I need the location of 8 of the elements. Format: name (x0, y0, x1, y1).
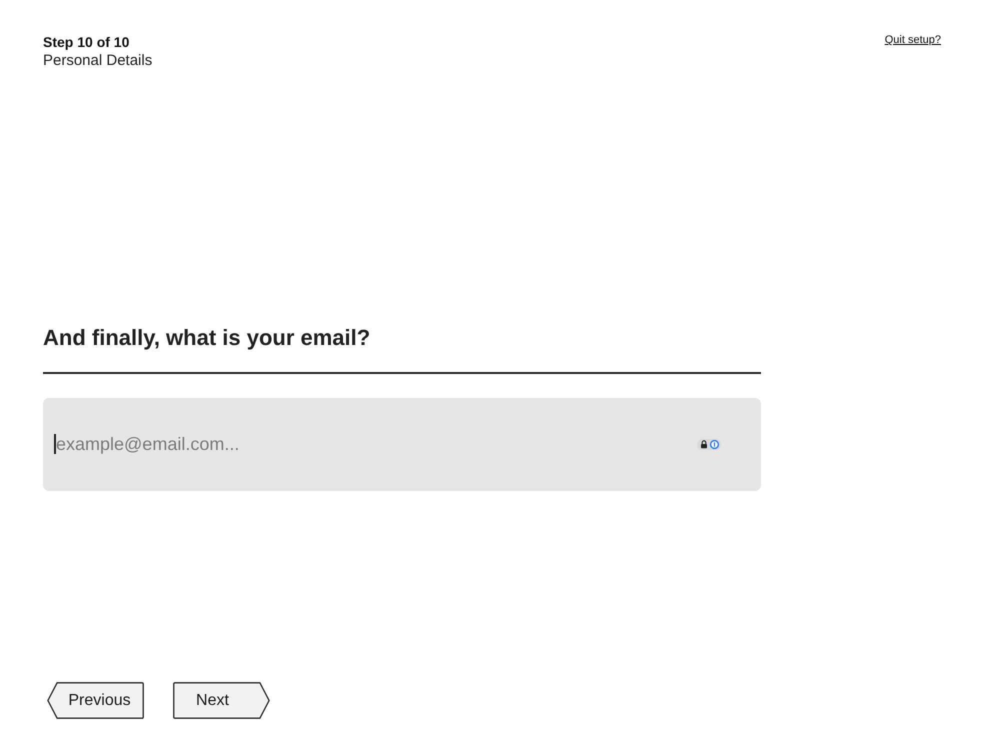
question-heading: And finally, what is your email? (43, 325, 370, 351)
lock-badge-icon[interactable] (697, 439, 721, 450)
step-counter: Step 10 of 10 (43, 34, 130, 51)
next-button[interactable]: Next (173, 682, 270, 719)
email-input-field[interactable]: example@email.com... (43, 398, 761, 491)
quit-setup-link[interactable]: Quit setup? (884, 34, 941, 47)
section-title: Personal Details (43, 51, 152, 70)
previous-button[interactable]: Previous (47, 682, 144, 719)
